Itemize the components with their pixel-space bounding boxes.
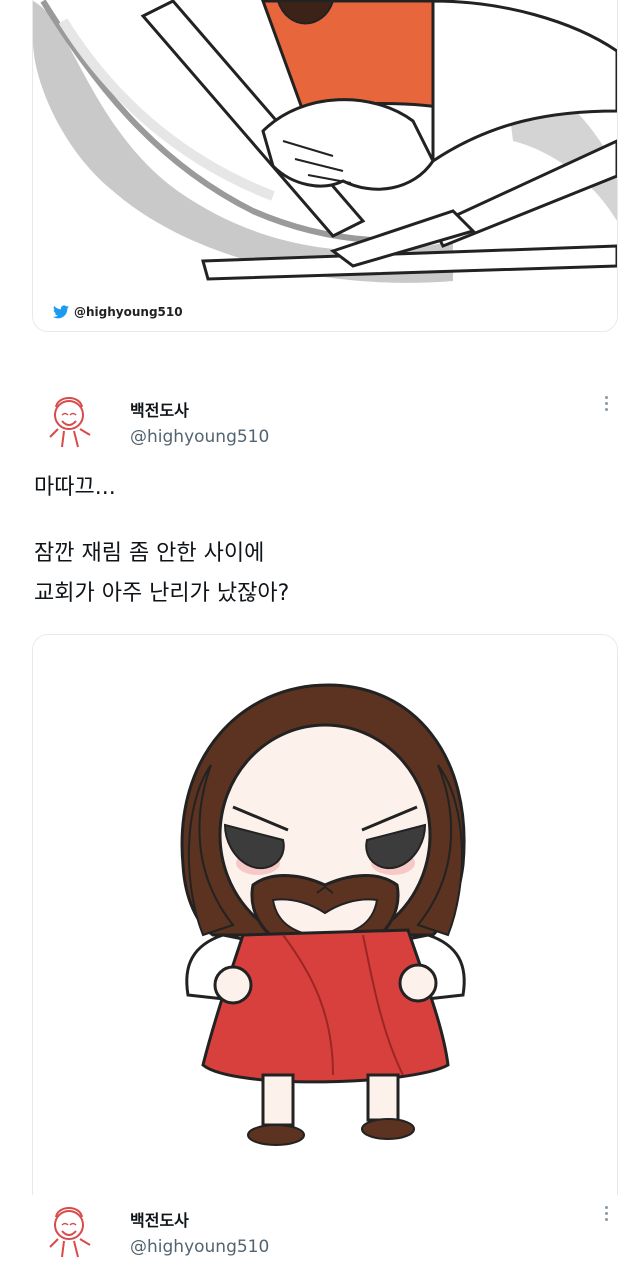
avatar[interactable] — [36, 385, 102, 451]
watermark-handle: @highyoung510 — [74, 305, 183, 319]
display-name[interactable]: 백전도사 — [130, 397, 189, 421]
user-handle[interactable]: @highyoung510 — [130, 1237, 269, 1257]
tweet-text-line: 잠깐 재림 좀 안한 사이에 — [34, 541, 265, 566]
more-vertical-icon[interactable] — [596, 1203, 616, 1227]
tweet-image-card[interactable] — [32, 634, 618, 1195]
tweet-text-line: 교회가 아주 난리가 났잖아? — [34, 581, 290, 606]
twitter-bird-icon — [53, 305, 69, 319]
watermark: @highyoung510 — [53, 305, 183, 319]
tweet-header: 백전도사 @highyoung510 — [36, 1195, 616, 1265]
chibi-jesus-illustration — [33, 635, 617, 1195]
avatar[interactable] — [36, 1195, 102, 1261]
user-handle[interactable]: @highyoung510 — [130, 427, 269, 447]
tweet-image-card-top[interactable]: @highyoung510 — [32, 0, 618, 332]
comic-illustration-arms — [33, 0, 617, 331]
display-name[interactable]: 백전도사 — [130, 1207, 189, 1231]
tweet-header: 백전도사 @highyoung510 — [36, 385, 616, 455]
more-vertical-icon[interactable] — [596, 393, 616, 417]
tweet-text-line: 마따끄... — [34, 475, 116, 500]
